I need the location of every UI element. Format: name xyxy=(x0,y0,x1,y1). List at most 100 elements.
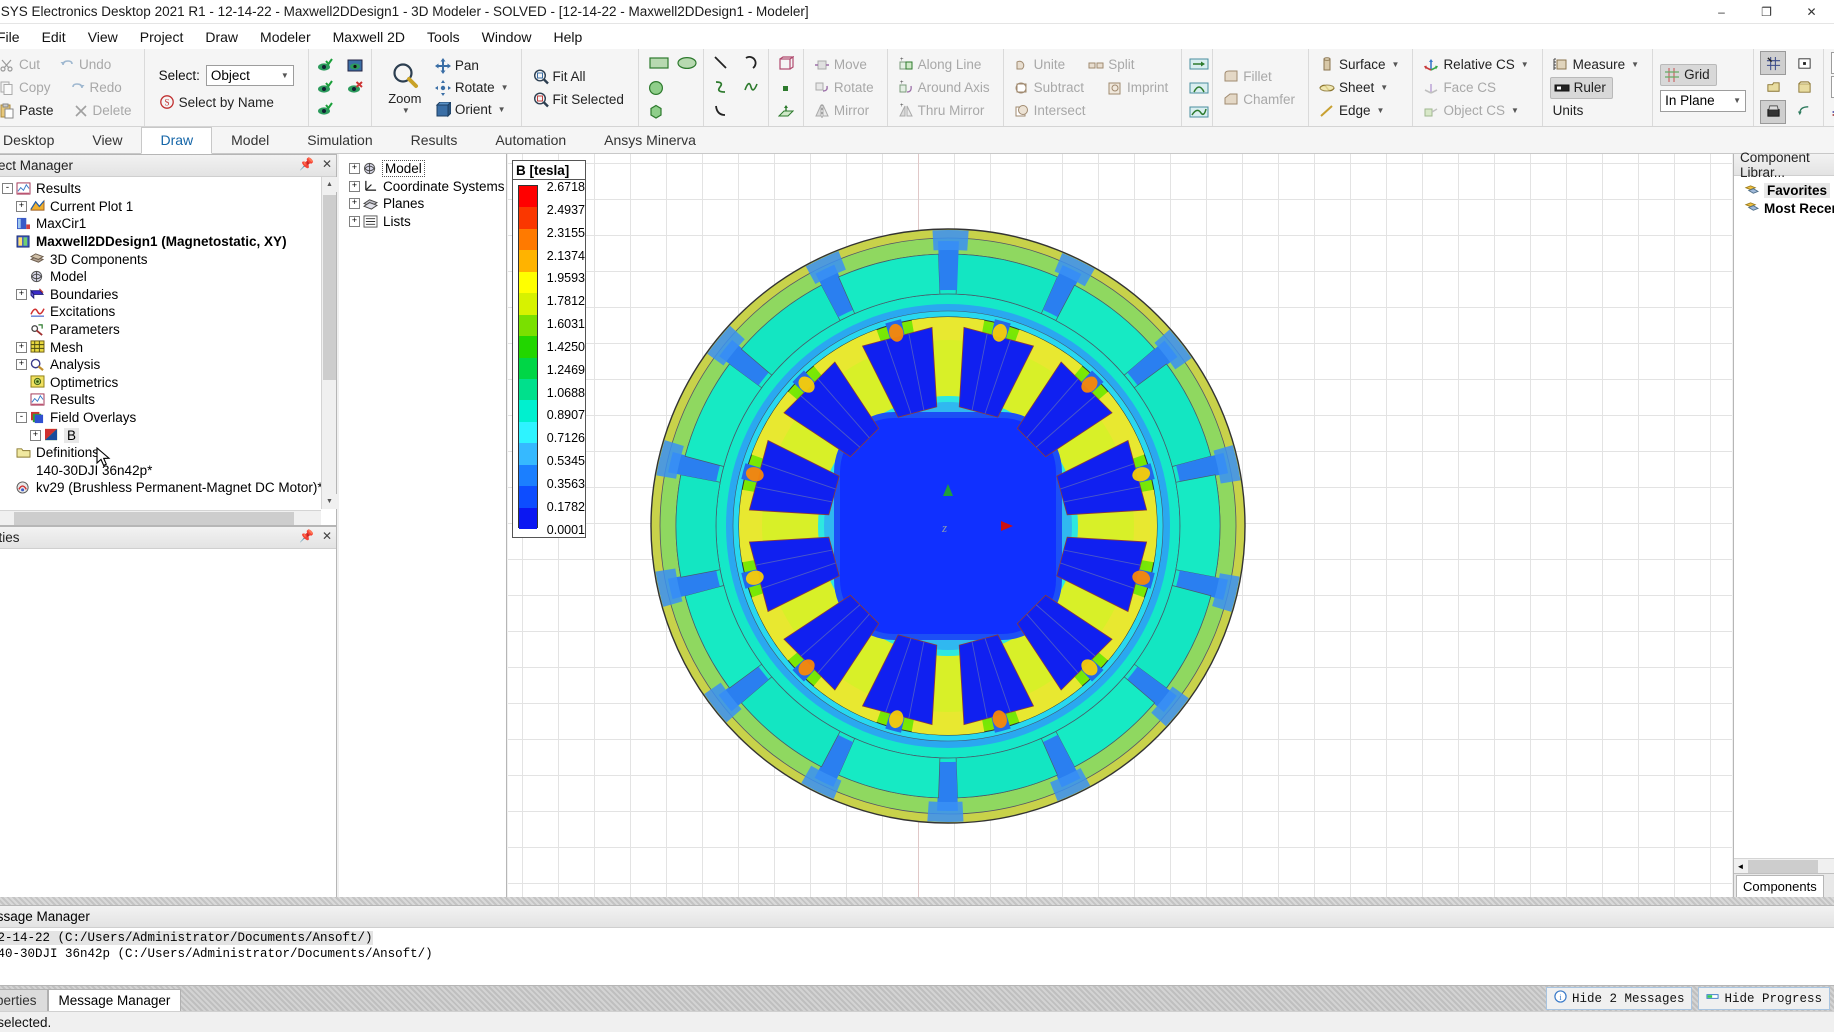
project-tree-item[interactable]: Excitations xyxy=(0,303,336,321)
message-row[interactable]: 12-14-22 (C:/Users/Administrator/Documen… xyxy=(0,930,1834,946)
draw-center-arc-icon[interactable] xyxy=(713,104,729,120)
paste-button[interactable]: Paste xyxy=(0,100,60,122)
project-tree-item[interactable]: Optimetrics xyxy=(0,374,336,392)
project-tree-item[interactable]: kv29 (Brushless Permanent-Magnet DC Moto… xyxy=(0,479,336,497)
draw-circle-icon[interactable] xyxy=(648,80,665,96)
menu-help[interactable]: Help xyxy=(542,26,593,48)
sheet-button[interactable]: Sheet ▼ xyxy=(1316,77,1394,99)
tab-draw[interactable]: Draw xyxy=(141,127,213,154)
sweep-along-path-icon[interactable] xyxy=(1189,104,1209,120)
maximize-button[interactable]: ❐ xyxy=(1744,0,1789,24)
fit-all-button[interactable]: Fit All xyxy=(530,66,592,88)
modeler-tree-item[interactable]: + Lists xyxy=(347,213,506,231)
imprint-button[interactable]: Imprint xyxy=(1104,77,1174,99)
cut-button[interactable]: Cut xyxy=(0,54,46,76)
tree-expander-icon[interactable]: + xyxy=(16,200,27,212)
hide-selection-icon[interactable] xyxy=(347,80,363,96)
chamfer-button[interactable]: Chamfer xyxy=(1220,88,1301,110)
mirror-button[interactable]: Mirror xyxy=(811,100,875,122)
project-tree-item[interactable]: - Field Overlays xyxy=(0,409,336,427)
component-library-tree[interactable]: Favorites Most Recently Used xyxy=(1734,176,1834,217)
hide-messages-button[interactable]: i Hide 2 Messages xyxy=(1545,987,1693,1010)
sweep-around-axis-icon[interactable] xyxy=(1189,80,1209,96)
project-tree-item[interactable]: Results xyxy=(0,391,336,409)
minimize-button[interactable]: – xyxy=(1699,0,1744,24)
sweep-along-vector-icon[interactable] xyxy=(1189,56,1209,72)
face-cs-button[interactable]: Face CS xyxy=(1420,77,1502,99)
tree-expander-icon[interactable]: - xyxy=(2,183,13,195)
toggle-mesh-display-icon[interactable] xyxy=(1791,100,1817,124)
project-tree-item[interactable]: + Boundaries xyxy=(0,286,336,304)
toggle-boundary-display-icon[interactable] xyxy=(1760,75,1786,99)
tab-properties[interactable]: Properties xyxy=(0,989,48,1011)
draw-spline-icon[interactable] xyxy=(743,80,759,96)
surface-button[interactable]: Surface ▼ xyxy=(1316,54,1405,76)
measure-button[interactable]: Measure ▼ xyxy=(1550,54,1645,76)
project-tree-item[interactable]: - Results xyxy=(0,180,336,198)
project-tree-item[interactable]: + Mesh xyxy=(0,338,336,356)
show-selection-icon[interactable] xyxy=(317,79,333,96)
scroll-up-arrow-icon[interactable]: ▲ xyxy=(322,177,337,192)
zoom-button[interactable]: Zoom ▼ xyxy=(378,61,432,115)
pan-button[interactable]: Pan xyxy=(432,55,515,77)
tree-expander-icon[interactable]: + xyxy=(349,180,360,192)
tab-results[interactable]: Results xyxy=(392,127,477,153)
field-legend[interactable]: B [tesla] 2.6718 2.4937 2.3155 2.1374 1.9593… xyxy=(512,160,586,538)
tree-expander-icon[interactable]: + xyxy=(16,288,27,300)
tab-view[interactable]: View xyxy=(73,127,141,153)
menu-edit[interactable]: Edit xyxy=(31,26,77,48)
menu-file[interactable]: File xyxy=(0,26,31,48)
toggle-field-overlay-icon[interactable] xyxy=(1760,99,1787,124)
message-row[interactable]: 140-30DJI 36n42p (C:/Users/Administrator… xyxy=(0,946,1834,962)
fillet-button[interactable]: Fillet xyxy=(1220,65,1278,87)
tree-expander-icon[interactable]: + xyxy=(16,359,27,371)
magnetic-field-plot[interactable]: z xyxy=(558,154,1338,897)
bounding-box-icon[interactable] xyxy=(778,55,795,72)
project-tree-horizontal-scrollbar[interactable] xyxy=(0,510,321,525)
menu-tools[interactable]: Tools xyxy=(416,26,471,48)
redo-button[interactable]: Redo xyxy=(67,77,128,99)
intersect-button[interactable]: Intersect xyxy=(1011,100,1092,122)
menu-maxwell2d[interactable]: Maxwell 2D xyxy=(322,26,416,48)
close-button[interactable]: ✕ xyxy=(1789,0,1834,24)
project-tree-item[interactable]: + B xyxy=(0,426,336,444)
hscroll-thumb[interactable] xyxy=(1748,860,1818,873)
thru-mirror-button[interactable]: + Thru Mirror xyxy=(895,100,991,122)
hscroll-thumb[interactable] xyxy=(14,512,294,525)
message-list[interactable]: 12-14-22 (C:/Users/Administrator/Documen… xyxy=(0,928,1834,962)
delete-button[interactable]: Delete xyxy=(70,100,138,122)
show-window-icon[interactable] xyxy=(347,58,363,74)
project-tree-vertical-scrollbar[interactable]: ▲ ▼ xyxy=(321,177,337,509)
menu-project[interactable]: Project xyxy=(129,26,195,48)
tab-automation[interactable]: Automation xyxy=(476,127,585,153)
move-button[interactable]: Move xyxy=(811,54,873,76)
grid-button[interactable]: Grid xyxy=(1660,63,1717,86)
component-library-item-most-recently-used[interactable]: Most Recently Used xyxy=(1742,200,1834,218)
tree-expander-icon[interactable]: - xyxy=(16,412,27,424)
copy-button[interactable]: Copy xyxy=(0,77,57,99)
tree-expander-icon[interactable]: + xyxy=(349,198,360,210)
ruler-button[interactable]: Ruler xyxy=(1549,76,1613,99)
project-tree-item[interactable]: Definitions xyxy=(0,444,336,462)
scroll-down-arrow-icon[interactable]: ▼ xyxy=(322,494,337,509)
fit-selected-button[interactable]: Fit Selected xyxy=(530,89,630,111)
orient-button[interactable]: Orient ▼ xyxy=(432,99,515,121)
grid-plane-combo[interactable]: In Plane ▼ xyxy=(1660,89,1747,112)
around-axis-button[interactable]: + Around Axis xyxy=(895,77,996,99)
modeler-tree-item[interactable]: + Model xyxy=(347,160,506,178)
pin-icon[interactable]: 📌 xyxy=(299,157,314,171)
subtract-button[interactable]: Subtract xyxy=(1011,77,1090,99)
point-icon[interactable] xyxy=(778,80,794,96)
pin-icon[interactable]: 📌 xyxy=(299,529,314,543)
component-library-hscroll[interactable]: ◄ xyxy=(1734,858,1834,873)
menu-view[interactable]: View xyxy=(77,26,129,48)
tab-simulation[interactable]: Simulation xyxy=(288,127,391,153)
draw-line-icon[interactable] xyxy=(713,55,729,72)
close-icon[interactable]: ✕ xyxy=(322,529,332,543)
project-tree-item[interactable]: Maxwell2DDesign1 (Magnetostatic, XY) xyxy=(0,233,336,251)
draw-arc-3point-icon[interactable] xyxy=(713,80,729,96)
hide-progress-button[interactable]: Hide Progress xyxy=(1698,987,1830,1010)
menu-draw[interactable]: Draw xyxy=(194,26,249,48)
plane-icon[interactable] xyxy=(777,104,795,120)
project-tree-item[interactable]: + Analysis xyxy=(0,356,336,374)
